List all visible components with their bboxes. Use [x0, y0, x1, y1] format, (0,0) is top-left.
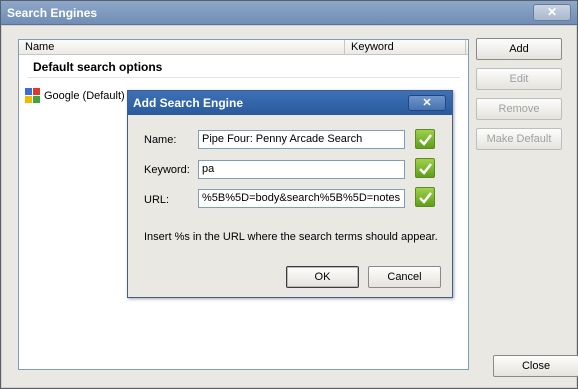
add-button[interactable]: Add	[476, 38, 562, 60]
keyword-field[interactable]: pa	[198, 160, 405, 179]
keyword-valid-check-icon	[415, 158, 435, 178]
keyword-label: Keyword:	[144, 164, 190, 176]
close-button[interactable]: Close	[493, 355, 578, 377]
ok-button[interactable]: OK	[286, 266, 359, 288]
window-close-button[interactable]: ✕	[533, 4, 571, 21]
dialog-titlebar[interactable]: Add Search Engine ✕	[128, 91, 452, 115]
url-valid-check-icon	[415, 187, 435, 207]
name-field[interactable]: Pipe Four: Penny Arcade Search	[198, 130, 405, 149]
window-title: Search Engines	[7, 6, 98, 20]
url-hint-text: Insert %s in the URL where the search te…	[144, 231, 438, 243]
group-divider	[27, 77, 460, 78]
name-valid-check-icon	[415, 129, 435, 149]
url-field[interactable]: %5B%5D=body&search%5B%5D=notes	[198, 189, 405, 208]
name-label: Name:	[144, 134, 177, 146]
remove-button[interactable]: Remove	[476, 98, 562, 120]
dialog-title: Add Search Engine	[133, 96, 244, 110]
edit-button[interactable]: Edit	[476, 68, 562, 90]
column-header-name[interactable]: Name	[19, 40, 345, 55]
list-item[interactable]: Google (Default)	[25, 87, 125, 105]
window-titlebar[interactable]: Search Engines ✕	[1, 1, 577, 25]
search-engines-window: Search Engines ✕ Name Keyword Default se…	[0, 0, 578, 389]
column-header-keyword[interactable]: Keyword	[345, 40, 466, 55]
make-default-button[interactable]: Make Default	[476, 128, 562, 150]
add-search-engine-dialog: Add Search Engine ✕ Name: Pipe Four: Pen…	[127, 90, 453, 298]
list-item-name: Google (Default)	[44, 90, 125, 102]
google-icon	[25, 88, 41, 104]
dialog-close-button[interactable]: ✕	[408, 95, 446, 111]
list-header: Name Keyword	[19, 40, 468, 55]
cancel-button[interactable]: Cancel	[368, 266, 441, 288]
url-label: URL:	[144, 194, 170, 206]
group-label: Default search options	[33, 60, 163, 74]
